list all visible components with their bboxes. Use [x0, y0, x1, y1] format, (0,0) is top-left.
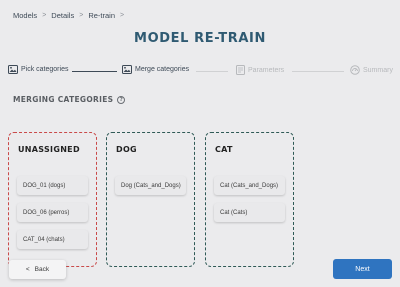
next-button-label: Next	[355, 265, 370, 273]
help-icon[interactable]: ?	[117, 95, 126, 104]
step-label: Pick categories	[21, 66, 69, 73]
back-button-label: Back	[34, 266, 50, 273]
step-pick-categories[interactable]: Pick categories	[8, 65, 68, 74]
page-title: MODEL RE-TRAIN	[134, 31, 266, 46]
column-title: CAT	[215, 145, 233, 154]
category-card[interactable]: Dog (Cats_and_Dogs)	[115, 176, 186, 195]
category-card[interactable]: Cat (Cats_and_Dogs)	[214, 176, 285, 195]
category-card[interactable]: DOG_06 (perros)	[17, 203, 88, 222]
breadcrumb-item-models[interactable]: Models	[13, 11, 37, 20]
step-connector	[72, 71, 117, 72]
column-title: DOG	[116, 145, 137, 154]
column-unassigned[interactable]: UNASSIGNED DOG_01 (dogs) DOG_06 (perros)…	[8, 132, 97, 267]
category-card[interactable]: Cat (Cats)	[214, 203, 285, 222]
step-parameters[interactable]: Parameters	[236, 65, 284, 75]
column-dog[interactable]: DOG Dog (Cats_and_Dogs)	[106, 132, 195, 267]
breadcrumb-separator: >	[79, 12, 84, 19]
breadcrumb-item-details[interactable]: Details	[51, 11, 74, 20]
step-merge-categories[interactable]: Merge categories	[122, 65, 189, 74]
step-label: Merge categories	[135, 66, 190, 73]
column-cat[interactable]: CAT Cat (Cats_and_Dogs) Cat (Cats)	[205, 132, 294, 267]
dashboard-icon	[350, 65, 360, 75]
next-button[interactable]: Next	[333, 259, 392, 279]
chevron-left-icon: <	[25, 266, 30, 273]
breadcrumb-item-retrain: Re-train	[88, 11, 115, 20]
image-icon	[8, 65, 18, 74]
breadcrumb: Models > Details > Re-train >	[13, 11, 124, 20]
step-label: Summary	[363, 66, 393, 74]
settings-doc-icon	[236, 65, 245, 75]
image-icon	[122, 65, 132, 74]
breadcrumb-separator: >	[120, 12, 125, 19]
step-connector	[196, 71, 228, 72]
category-card[interactable]: DOG_01 (dogs)	[17, 176, 88, 195]
stepper: Pick categories Merge categories Paramet…	[0, 65, 400, 77]
back-button[interactable]: < Back	[9, 260, 66, 279]
step-label: Parameters	[248, 66, 285, 74]
merging-categories-heading: MERGING CATEGORIES	[13, 95, 114, 104]
step-connector	[292, 71, 344, 72]
column-title: UNASSIGNED	[18, 145, 80, 154]
step-summary[interactable]: Summary	[350, 65, 393, 75]
category-card[interactable]: CAT_04 (chats)	[17, 230, 88, 249]
section-title: MERGING CATEGORIES ?	[13, 95, 126, 104]
breadcrumb-separator: >	[42, 12, 47, 19]
